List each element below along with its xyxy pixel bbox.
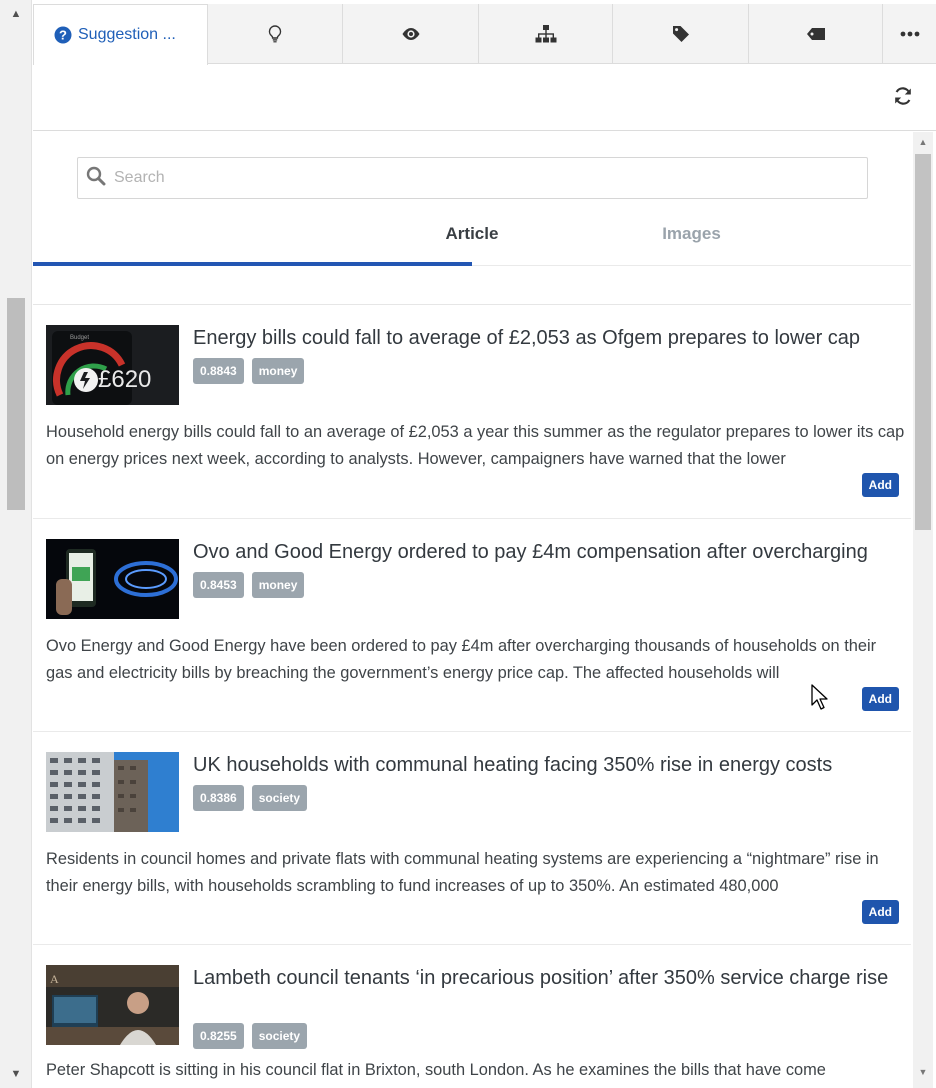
score-badge: 0.8386 xyxy=(193,785,244,811)
add-article-button[interactable]: Add xyxy=(861,687,899,711)
score-badge: 0.8843 xyxy=(193,358,244,384)
subtab-images[interactable]: Images xyxy=(472,212,911,266)
article-tags: 0.8453 money xyxy=(193,572,305,598)
question-circle-icon: ? xyxy=(54,26,72,44)
category-badge: money xyxy=(251,358,305,384)
refresh-icon xyxy=(893,86,913,111)
tab-suggestions-label: Suggestion ... xyxy=(78,26,176,43)
page-scrollbar-thumb[interactable] xyxy=(7,298,25,510)
article-summary: Residents in council homes and private f… xyxy=(46,850,879,895)
tag-icon xyxy=(672,25,690,43)
search-input[interactable] xyxy=(112,168,812,188)
tab-suggestions[interactable]: ? Suggestion ... xyxy=(33,4,208,65)
category-badge: society xyxy=(251,785,308,811)
mouse-cursor-icon xyxy=(811,684,831,712)
page-scrollbar[interactable]: ▲ ▼ xyxy=(0,0,32,1088)
list-scroll-down-icon[interactable]: ▼ xyxy=(913,1062,933,1082)
content-subtabs: Article Images xyxy=(33,212,911,266)
article-thumbnail xyxy=(46,752,179,832)
article-thumbnail: A xyxy=(46,965,179,1045)
tab-more[interactable] xyxy=(883,4,936,64)
article-title[interactable]: Ovo and Good Energy ordered to pay £4m c… xyxy=(193,539,903,565)
article-item: Ovo and Good Energy ordered to pay £4m c… xyxy=(33,519,911,732)
article-item: A Lambeth council tenants ‘in precarious… xyxy=(33,945,911,1088)
article-tags: 0.8386 society xyxy=(193,785,308,811)
article-summary: Household energy bills could fall to an … xyxy=(46,423,905,468)
score-badge: 0.8453 xyxy=(193,572,244,598)
svg-text:Budget: Budget xyxy=(70,335,89,341)
eye-icon xyxy=(401,27,421,41)
search-icon xyxy=(86,166,106,191)
tab-structure[interactable] xyxy=(479,4,613,64)
list-scrollbar[interactable]: ▲ ▼ xyxy=(913,132,933,1088)
more-icon xyxy=(900,31,920,37)
suggestion-panel: ? Suggestion ... Search Article Images £… xyxy=(33,0,936,1088)
tab-ideas[interactable] xyxy=(208,4,343,64)
panel-toolbar xyxy=(33,65,936,131)
article-title[interactable]: UK households with communal heating faci… xyxy=(193,752,903,778)
article-title[interactable]: Lambeth council tenants ‘in precarious p… xyxy=(193,965,903,991)
article-tags: 0.8843 money xyxy=(193,358,305,384)
tab-preview[interactable] xyxy=(343,4,479,64)
article-summary: Peter Shapcott is sitting in his council… xyxy=(46,1061,826,1079)
add-article-button[interactable]: Add xyxy=(861,900,899,924)
scroll-down-arrow-icon[interactable]: ▼ xyxy=(0,1060,32,1088)
article-title[interactable]: Energy bills could fall to average of £2… xyxy=(193,325,903,351)
svg-text:?: ? xyxy=(59,28,67,43)
tab-tags[interactable] xyxy=(613,4,749,64)
list-scroll-up-icon[interactable]: ▲ xyxy=(913,132,933,152)
active-subtab-indicator xyxy=(33,262,472,266)
add-article-button[interactable]: Add xyxy=(861,473,899,497)
category-badge: money xyxy=(251,572,305,598)
panel-tab-bar: ? Suggestion ... xyxy=(33,4,936,65)
sitemap-icon xyxy=(535,25,557,43)
article-thumbnail xyxy=(46,539,179,619)
label-tag-icon xyxy=(806,27,826,41)
list-scrollbar-thumb[interactable] xyxy=(915,154,931,530)
article-item: UK households with communal heating faci… xyxy=(33,732,911,945)
category-badge: society xyxy=(251,1023,308,1049)
lightbulb-icon xyxy=(268,25,282,43)
refresh-button[interactable] xyxy=(890,85,916,111)
suggestion-content: Article Images £620 Budget Energy bills … xyxy=(33,132,911,1088)
thumbnail-display-text: £620 xyxy=(98,366,151,393)
search-box[interactable] xyxy=(77,157,868,199)
score-badge: 0.8255 xyxy=(193,1023,244,1049)
scroll-up-arrow-icon[interactable]: ▲ xyxy=(0,0,32,28)
article-item: £620 Budget Energy bills could fall to a… xyxy=(33,305,911,519)
tab-labels[interactable] xyxy=(749,4,883,64)
article-summary: Ovo Energy and Good Energy have been ord… xyxy=(46,637,877,682)
article-tags: 0.8255 society xyxy=(193,1023,308,1049)
svg-text:A: A xyxy=(50,972,59,986)
article-thumbnail: £620 Budget xyxy=(46,325,179,405)
